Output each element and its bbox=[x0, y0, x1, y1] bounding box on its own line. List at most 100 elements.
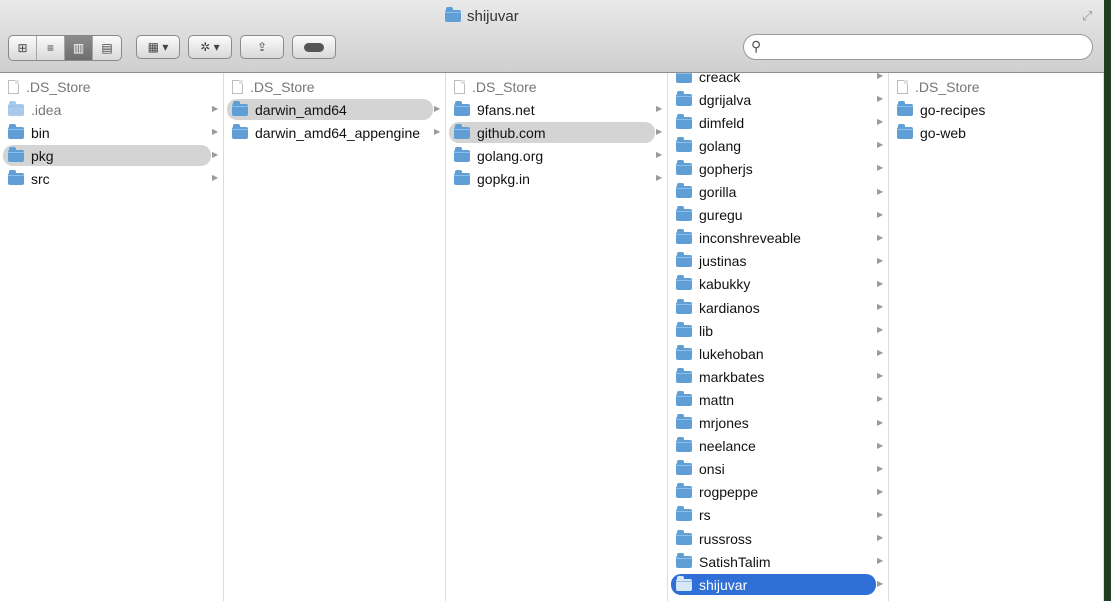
folder-icon bbox=[676, 483, 692, 499]
folder-item[interactable]: gorilla bbox=[671, 182, 872, 203]
folder-item[interactable]: russross bbox=[671, 528, 872, 549]
item-name: mattn bbox=[699, 391, 735, 408]
folder-item[interactable]: markbates bbox=[671, 366, 872, 387]
folder-item[interactable]: rogpeppe bbox=[671, 482, 872, 503]
folder-item[interactable]: lukehoban bbox=[671, 343, 872, 364]
folder-icon bbox=[454, 169, 470, 185]
folder-item[interactable]: lib bbox=[671, 320, 872, 341]
window-title-text: shijuvar bbox=[467, 7, 519, 25]
item-name: 9fans.net bbox=[477, 101, 535, 118]
folder-item[interactable]: kabukky bbox=[671, 274, 872, 295]
folder-icon bbox=[445, 7, 461, 22]
folder-item[interactable]: github.com bbox=[449, 122, 655, 144]
disclosure-arrow-icon: ▶ bbox=[877, 140, 884, 150]
search-field[interactable]: ⚲ bbox=[743, 34, 1093, 60]
folder-item[interactable]: golang bbox=[671, 135, 872, 156]
folder-icon bbox=[676, 390, 692, 406]
folder-item[interactable]: .idea bbox=[3, 99, 207, 120]
column-view-button[interactable]: ▥ bbox=[65, 36, 93, 60]
folder-item[interactable]: go-recipes bbox=[892, 99, 1087, 120]
folder-item[interactable]: creack bbox=[671, 73, 872, 87]
folder-item[interactable]: darwin_amd64 bbox=[227, 99, 433, 121]
disclosure-arrow-icon: ▶ bbox=[877, 371, 884, 381]
folder-item[interactable]: go-web bbox=[892, 122, 1087, 143]
item-name: .idea bbox=[31, 101, 62, 118]
browser-column-5: .DS_Store go-recipes go-web bbox=[889, 73, 1104, 601]
item-name: src bbox=[31, 170, 50, 187]
folder-item[interactable]: darwin_amd64_appengine bbox=[227, 122, 429, 143]
document-icon bbox=[897, 79, 908, 94]
folder-item[interactable]: neelance bbox=[671, 436, 872, 457]
arrange-button[interactable]: ▦ ▾ bbox=[136, 35, 180, 59]
file-item[interactable]: .DS_Store bbox=[892, 76, 1087, 97]
icon-view-button[interactable]: ⊞ bbox=[9, 36, 37, 60]
folder-item[interactable]: mattn bbox=[671, 389, 872, 410]
folder-icon bbox=[897, 123, 913, 139]
folder-item[interactable]: guregu bbox=[671, 205, 872, 226]
item-name: go-web bbox=[920, 124, 966, 141]
disclosure-arrow-icon: ▶ bbox=[877, 348, 884, 358]
folder-item[interactable]: src bbox=[3, 168, 207, 189]
item-name: dgrijalva bbox=[699, 91, 752, 108]
folder-icon bbox=[8, 169, 24, 185]
folder-icon bbox=[232, 100, 248, 116]
folder-icon bbox=[676, 113, 692, 129]
item-name: inconshreveable bbox=[699, 230, 801, 247]
share-button[interactable]: ⇪ bbox=[240, 35, 284, 59]
folder-item[interactable]: justinas bbox=[671, 251, 872, 272]
folder-icon bbox=[676, 73, 692, 83]
item-name: guregu bbox=[699, 207, 743, 224]
folder-item[interactable]: rs bbox=[671, 505, 872, 526]
file-item[interactable]: .DS_Store bbox=[3, 76, 207, 97]
item-name: shijuvar bbox=[699, 576, 748, 593]
disclosure-arrow-icon: ▶ bbox=[656, 127, 663, 137]
item-name: SatishTalim bbox=[699, 553, 771, 570]
folder-item[interactable]: 9fans.net bbox=[449, 99, 651, 120]
folder-icon bbox=[8, 123, 24, 139]
folder-item[interactable]: gopkg.in bbox=[449, 168, 651, 189]
folder-item[interactable]: bin bbox=[3, 122, 207, 143]
item-name: golang.org bbox=[477, 147, 544, 164]
action-gear-button[interactable]: ✲ ▾ bbox=[188, 35, 232, 59]
folder-item[interactable]: inconshreveable bbox=[671, 228, 872, 249]
item-name: github.com bbox=[477, 124, 546, 141]
item-name: .DS_Store bbox=[26, 78, 91, 95]
browser-column-4: creack ▶ dgrijalva ▶ dimfeld ▶ golang ▶ gopherjs… bbox=[668, 73, 889, 601]
file-item[interactable]: .DS_Store bbox=[449, 76, 651, 97]
folder-item[interactable]: SatishTalim bbox=[671, 551, 872, 572]
disclosure-arrow-icon: ▶ bbox=[656, 173, 663, 183]
folder-icon bbox=[8, 146, 24, 162]
folder-icon bbox=[676, 183, 692, 198]
folder-icon bbox=[676, 275, 692, 291]
folder-icon bbox=[676, 367, 692, 383]
folder-icon bbox=[676, 344, 692, 360]
folder-item[interactable]: gopherjs bbox=[671, 158, 872, 179]
file-item[interactable]: .DS_Store bbox=[227, 76, 429, 97]
folder-icon bbox=[676, 437, 692, 453]
folder-item[interactable]: mrjones bbox=[671, 413, 872, 434]
folder-item[interactable]: dgrijalva bbox=[671, 89, 872, 110]
item-name: pkg bbox=[31, 147, 54, 164]
disclosure-arrow-icon: ▶ bbox=[877, 278, 884, 288]
folder-item[interactable]: pkg bbox=[3, 145, 211, 167]
folder-icon bbox=[897, 100, 913, 116]
folder-item[interactable]: dimfeld bbox=[671, 112, 872, 133]
folder-item[interactable]: onsi bbox=[671, 459, 872, 480]
disclosure-arrow-icon: ▶ bbox=[212, 104, 219, 114]
tags-button[interactable] bbox=[292, 35, 336, 59]
item-name: gopkg.in bbox=[477, 170, 530, 187]
folder-item[interactable]: shijuvar bbox=[671, 574, 876, 596]
item-name: .DS_Store bbox=[250, 78, 315, 95]
view-mode-switcher: ⊞ ≡ ▥ ▤ bbox=[8, 35, 122, 61]
item-name: neelance bbox=[699, 438, 756, 455]
fullscreen-icon[interactable]: ⤢ bbox=[1082, 8, 1092, 24]
folder-item[interactable]: golang.org bbox=[449, 145, 651, 166]
folder-icon bbox=[454, 100, 470, 116]
folder-item[interactable]: kardianos bbox=[671, 297, 872, 318]
list-view-button[interactable]: ≡ bbox=[37, 36, 65, 60]
folder-icon bbox=[676, 136, 692, 152]
folder-icon bbox=[676, 506, 692, 522]
disclosure-arrow-icon: ▶ bbox=[877, 417, 884, 427]
item-name: go-recipes bbox=[920, 101, 986, 118]
coverflow-view-button[interactable]: ▤ bbox=[93, 36, 121, 60]
